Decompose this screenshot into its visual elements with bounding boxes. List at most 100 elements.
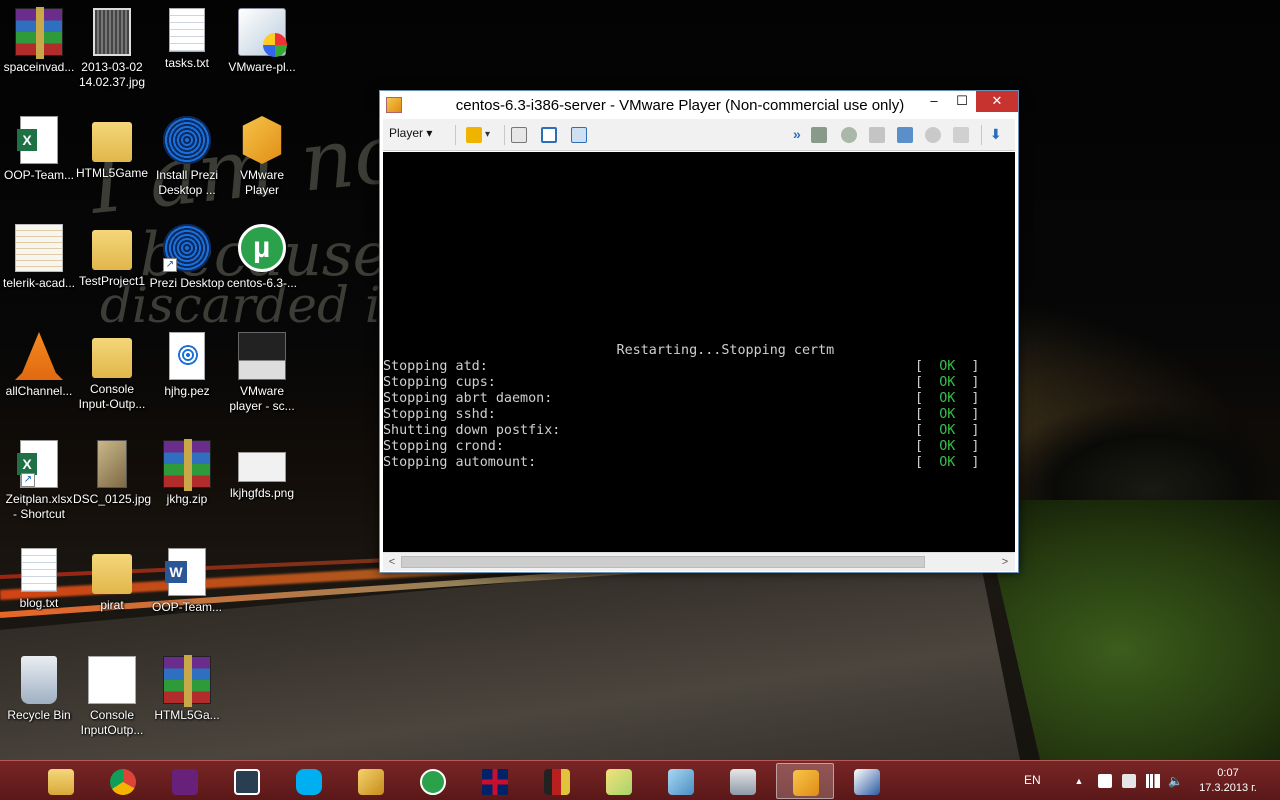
toolbar-separator: [455, 125, 456, 145]
taskbar-visual-studio[interactable]: [156, 763, 214, 799]
desktop-icon-allchannels[interactable]: allChannel...: [0, 332, 78, 399]
desktop-icon-tasks-txt[interactable]: tasks.txt: [148, 8, 226, 71]
desktop-icon-oop-team-xlsx[interactable]: OOP-Team...: [0, 116, 78, 183]
language-indicator[interactable]: EN: [1024, 773, 1041, 800]
desktop-icon-spaceinvaders[interactable]: spaceinvad...: [0, 7, 78, 75]
taskbar-file-explorer[interactable]: [32, 763, 90, 799]
taskbar-system-monitor[interactable]: [714, 763, 772, 799]
taskbar-sticky-folder[interactable]: [590, 763, 648, 799]
desktop-icon-zeitplan-shortcut[interactable]: ↗ Zeitplan.xlsx - Shortcut: [0, 440, 78, 522]
desktop-icon-recycle-bin[interactable]: Recycle Bin: [0, 656, 78, 723]
unity-icon[interactable]: [571, 127, 587, 143]
more-devices-icon[interactable]: »: [793, 127, 805, 143]
taskbar-vmware-player[interactable]: [776, 763, 834, 799]
desktop-icon-hjhg-pez[interactable]: hjhg.pez: [148, 332, 226, 399]
desktop-icon-pirat-folder[interactable]: pirat: [73, 548, 151, 613]
taskbar-utorrent[interactable]: [404, 763, 462, 799]
taskbar-paint[interactable]: [838, 763, 896, 799]
console-line: Stopping crond: [ OK ]: [383, 439, 980, 470]
screenshot-thumbnail-icon: [238, 332, 286, 380]
taskbar-winamp[interactable]: [342, 763, 400, 799]
show-hidden-icons-button[interactable]: ▲: [1072, 774, 1086, 788]
shortcut-arrow-icon: ↗: [21, 473, 35, 487]
vmware-player-window[interactable]: centos-6.3-i386-server - VMware Player (…: [379, 90, 1019, 573]
taskbar-books[interactable]: [528, 763, 586, 799]
desktop-icon-oop-team-docx[interactable]: OOP-Team...: [148, 548, 226, 615]
player-menu-button[interactable]: Player ▾: [389, 126, 432, 140]
taskbar-chrome[interactable]: [94, 763, 152, 799]
action-center-flag-icon[interactable]: [1098, 774, 1112, 788]
scroll-right-button[interactable]: >: [997, 554, 1013, 570]
taskbar-notepad[interactable]: [652, 763, 710, 799]
pause-icon[interactable]: [466, 127, 482, 143]
desktop-icon-lkjhgfds-png[interactable]: lkjhgfds.png: [223, 440, 301, 501]
desktop-icon-console-input-output-folder[interactable]: Console Input-Outp...: [73, 332, 151, 412]
rar-archive-icon: [163, 655, 211, 707]
text-file-icon: [21, 548, 57, 592]
chrome-icon: [110, 769, 136, 795]
taskbar-language-uk[interactable]: [466, 763, 524, 799]
winamp-icon: [358, 769, 384, 795]
desktop-icon-jkhg-zip[interactable]: jkhg.zip: [148, 439, 226, 507]
full-screen-icon[interactable]: [541, 127, 557, 143]
volume-icon[interactable]: 🔈: [1168, 774, 1183, 788]
folder-icon: [92, 230, 132, 270]
sound-card-icon[interactable]: [925, 127, 941, 143]
rar-archive-icon: [15, 7, 63, 59]
desktop-icon-html5game-rar[interactable]: HTML5Ga...: [148, 655, 226, 723]
spreadsheet-thumbnail-icon: [15, 224, 63, 272]
desktop-icon-photo-jpg[interactable]: 2013-03-02 14.02.37.jpg: [73, 8, 151, 90]
image-file-icon: [238, 452, 286, 482]
show-toolbar-arrow-icon[interactable]: ⬇: [990, 127, 1004, 143]
taskbar-brackets[interactable]: [218, 763, 276, 799]
maximize-button[interactable]: ☐: [948, 91, 976, 112]
prezi-icon: [163, 116, 211, 164]
system-clock[interactable]: 0:07 17.3.2013 г.: [1188, 766, 1268, 796]
power-icon[interactable]: [1122, 774, 1136, 788]
desktop-icon-testproject1-folder[interactable]: TestProject1: [73, 224, 151, 289]
cd-dvd-icon[interactable]: [841, 127, 857, 143]
taskbar-skype[interactable]: [280, 763, 338, 799]
window-titlebar[interactable]: centos-6.3-i386-server - VMware Player (…: [380, 91, 1018, 119]
console-line: Stopping automount:: [383, 455, 537, 470]
excel-file-icon: ↗: [17, 440, 58, 488]
desktop-icon-console-inputoutput[interactable]: Console InputOutp...: [73, 656, 151, 738]
desktop-icon-blog-txt[interactable]: blog.txt: [0, 548, 78, 611]
close-button[interactable]: ✕: [976, 91, 1018, 112]
utorrent-icon: [420, 769, 446, 795]
desktop-icon-html5game-folder[interactable]: HTML5Game: [73, 116, 151, 181]
console-line: Stopping cups: [ OK ]: [383, 375, 980, 406]
rar-archive-icon: [163, 439, 211, 491]
pause-dropdown-button[interactable]: ▾: [485, 127, 497, 143]
display-icon[interactable]: [953, 127, 969, 143]
console-line: Stopping sshd: [ OK ]: [383, 407, 980, 438]
rar-books-icon: [544, 769, 570, 795]
network-adapter-icon[interactable]: [897, 127, 913, 143]
desktop-icon-centos-torrent[interactable]: centos-6.3-...: [223, 224, 301, 291]
desktop-icon-vmware-installer[interactable]: VMware-pl...: [223, 8, 301, 75]
installer-icon: [238, 8, 287, 57]
word-file-icon: [165, 548, 206, 596]
desktop-icon-telerik-academy[interactable]: telerik-acad...: [0, 224, 78, 291]
vm-console-screen[interactable]: Restarting...Stopping certm [ OK ] Stopp…: [383, 152, 1015, 552]
clock-time: 0:07: [1217, 767, 1239, 779]
desktop-icon-vmware-screenshot[interactable]: VMware player - sc...: [223, 332, 301, 414]
scrollbar-thumb[interactable]: [401, 556, 925, 568]
hard-disk-icon[interactable]: [811, 127, 827, 143]
window-title: centos-6.3-i386-server - VMware Player (…: [455, 97, 905, 114]
minimize-button[interactable]: –: [920, 91, 948, 112]
send-ctrl-alt-del-icon[interactable]: [511, 127, 527, 143]
desktop-icon-prezi-desktop[interactable]: ↗ Prezi Desktop: [148, 224, 226, 291]
utorrent-icon: [238, 224, 286, 272]
desktop-icon-install-prezi[interactable]: Install Prezi Desktop ...: [148, 116, 226, 198]
toolbar-separator: [504, 125, 505, 145]
desktop-icon-dsc-0125-jpg[interactable]: DSC_0125.jpg: [73, 440, 151, 507]
scroll-left-button[interactable]: <: [384, 554, 400, 570]
network-signal-icon[interactable]: [1146, 774, 1160, 788]
desktop-icon-vmware-player[interactable]: VMware Player: [223, 116, 301, 198]
floppy-icon[interactable]: [869, 127, 885, 143]
horizontal-scrollbar[interactable]: < >: [383, 552, 1015, 571]
